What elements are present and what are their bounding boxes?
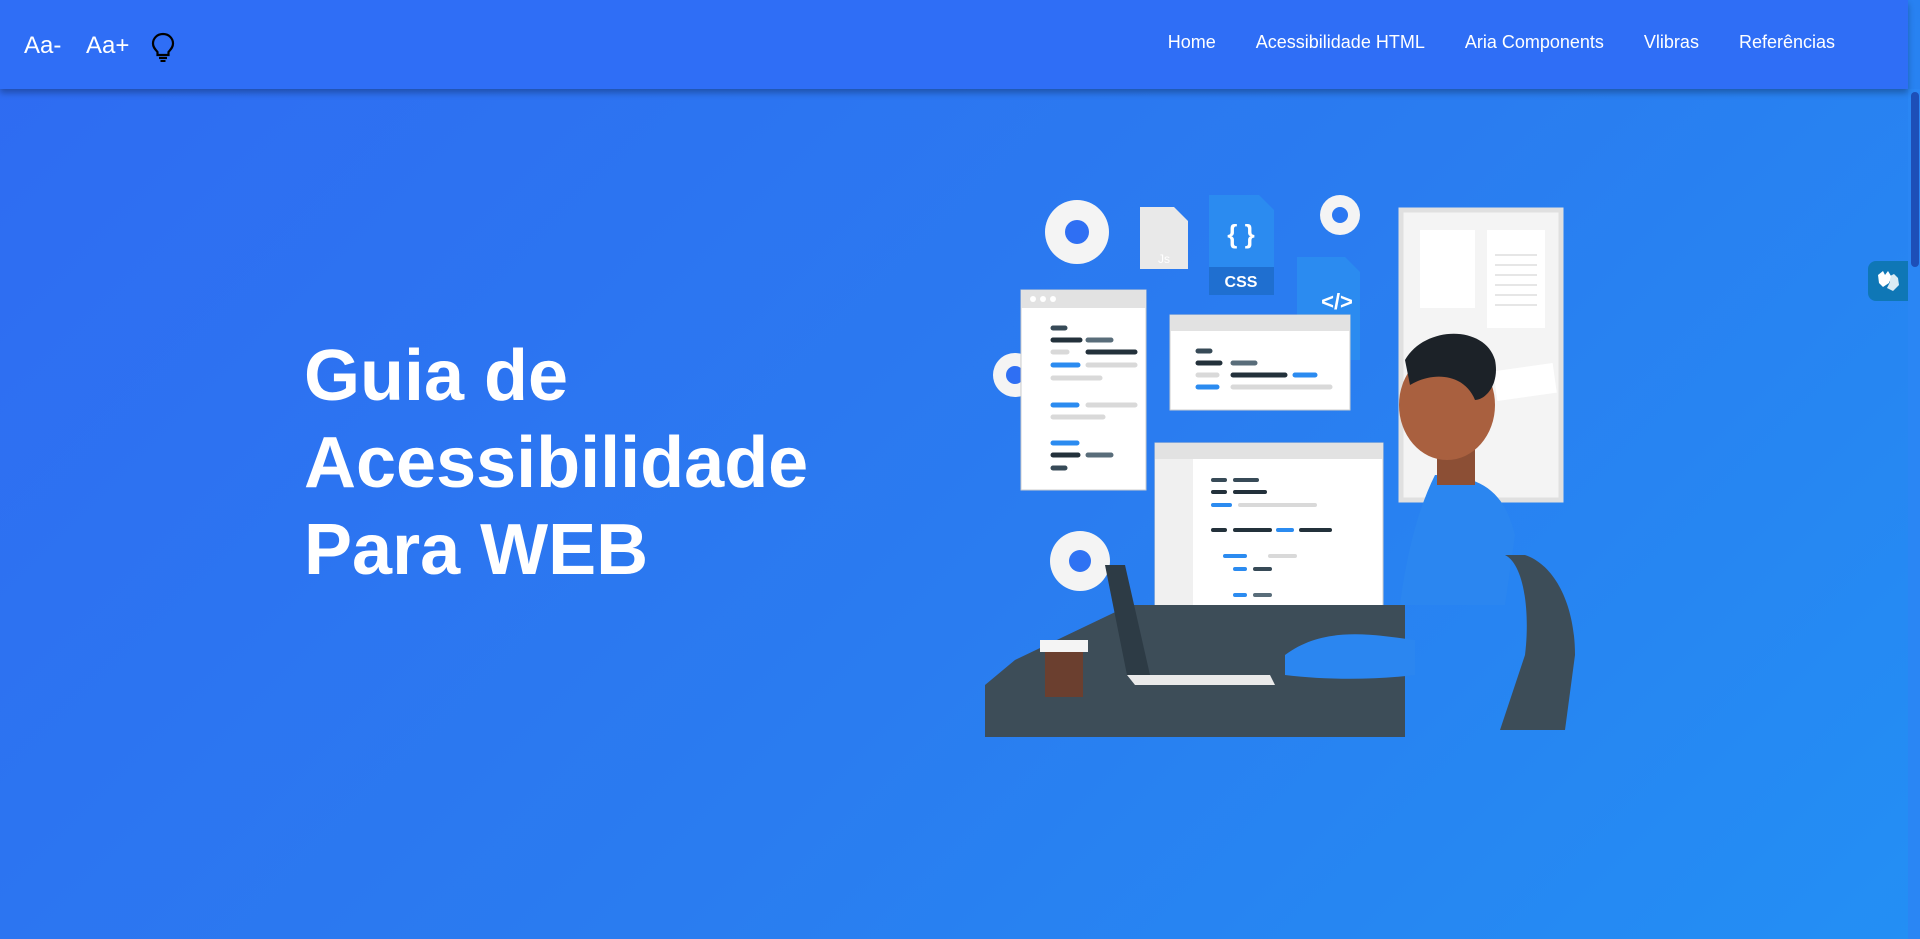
- nav-link-home[interactable]: Home: [1168, 30, 1216, 54]
- page-title: Guia de Acessibilidade Para WEB: [304, 333, 808, 594]
- gear-icon: [1045, 200, 1109, 264]
- decrease-font-button[interactable]: Aa-: [24, 32, 61, 60]
- scrollbar-thumb[interactable]: [1911, 92, 1919, 267]
- css-file-icon: { } CSS: [1209, 195, 1274, 295]
- top-navigation-bar: Aa- Aa+ Home Acessibilidade HTML Aria Co…: [0, 0, 1908, 89]
- js-file-label: Js: [1158, 252, 1170, 266]
- gear-icon: [1320, 195, 1360, 235]
- developer-illustration: Js { } CSS </>: [985, 195, 1575, 737]
- nav-link-referencias[interactable]: Referências: [1739, 30, 1835, 54]
- nav-link-acessibilidade-html[interactable]: Acessibilidade HTML: [1256, 30, 1425, 54]
- title-line: Para WEB: [304, 510, 649, 590]
- nav-link-aria-components[interactable]: Aria Components: [1465, 30, 1604, 54]
- braces-label: { }: [1227, 219, 1254, 249]
- note: [1487, 230, 1545, 328]
- coffee-cup: [1040, 640, 1088, 697]
- main-nav: Home Acessibilidade HTML Aria Components…: [1128, 30, 1835, 54]
- code-window: [1020, 289, 1147, 491]
- note: [1420, 230, 1475, 308]
- code-tag-label: </>: [1321, 289, 1353, 314]
- sign-language-hands-icon: [1878, 271, 1899, 291]
- lightbulb-icon[interactable]: [150, 32, 176, 62]
- nav-link-vlibras[interactable]: Vlibras: [1644, 30, 1699, 54]
- editor-window: [1154, 442, 1384, 625]
- gear-icon: [1050, 531, 1110, 591]
- increase-font-button[interactable]: Aa+: [86, 32, 129, 60]
- title-line: Guia de: [304, 336, 569, 416]
- title-line: Acessibilidade: [304, 423, 809, 503]
- code-window: [1169, 314, 1351, 411]
- js-file-icon: Js: [1140, 207, 1188, 269]
- vlibras-widget-button[interactable]: [1868, 261, 1908, 301]
- css-file-label: CSS: [1225, 274, 1258, 291]
